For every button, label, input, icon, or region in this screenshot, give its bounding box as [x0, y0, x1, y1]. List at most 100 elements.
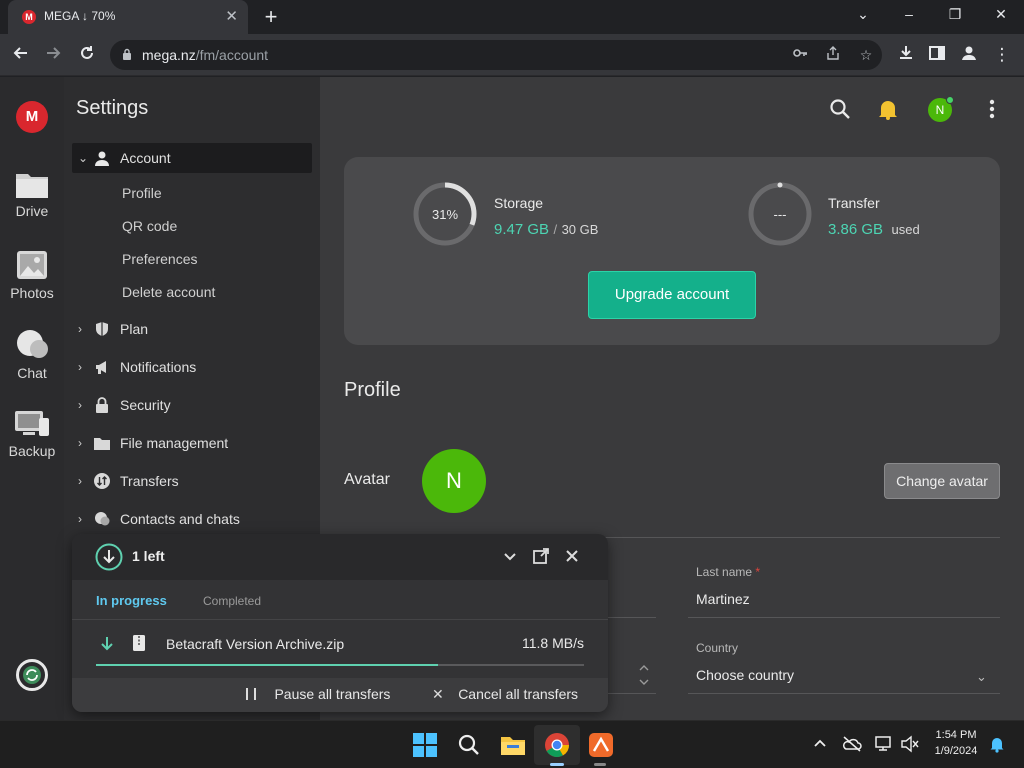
sidebar-item-notifications[interactable]: › Notifications: [72, 352, 312, 382]
tab-title: MEGA ↓ 70%: [44, 9, 116, 23]
country-select[interactable]: Choose country: [696, 667, 794, 683]
chevron-down-icon[interactable]: ⌄: [976, 669, 987, 685]
folder-icon: [16, 174, 48, 198]
rail-item-chat[interactable]: Chat: [0, 329, 64, 381]
last-name-label: Last name *: [696, 565, 761, 579]
zip-file-icon: [133, 635, 145, 651]
tab-search-icon[interactable]: ⌄: [851, 6, 875, 26]
sidebar-subitem-delete-account[interactable]: Delete account: [122, 284, 215, 300]
tab-in-progress[interactable]: In progress: [96, 593, 167, 608]
chrome-menu-icon[interactable]: ⋮: [991, 44, 1013, 66]
bookmark-star-icon[interactable]: ☆: [856, 45, 876, 65]
storage-value: 9.47 GB / 30 GB: [494, 221, 599, 238]
share-icon[interactable]: [823, 45, 843, 65]
chevron-right-icon: ›: [78, 398, 82, 412]
forward-button[interactable]: [42, 44, 64, 66]
tab-completed[interactable]: Completed: [203, 594, 261, 608]
storage-label: Storage: [494, 195, 544, 211]
side-panel-icon[interactable]: [926, 44, 948, 66]
sidebar-item-account[interactable]: ⌄ Account: [72, 143, 312, 173]
onedrive-offline-icon[interactable]: [842, 735, 862, 753]
sidebar-item-file-management[interactable]: › File management: [72, 428, 312, 458]
change-avatar-button[interactable]: Change avatar: [884, 463, 1000, 499]
transfer-row[interactable]: Betacraft Version Archive.zip 11.8 MB/s: [72, 620, 608, 678]
sync-status-icon[interactable]: [16, 659, 48, 691]
address-bar[interactable]: mega.nz/fm/account ☆: [110, 40, 882, 70]
profile-avatar: N: [422, 449, 486, 513]
rail-item-backup[interactable]: Backup: [0, 409, 64, 459]
avatar-label: Avatar: [344, 471, 390, 488]
browser-tab[interactable]: M MEGA ↓ 70% ✕: [8, 0, 248, 34]
transfer-progress-fill: [96, 664, 438, 666]
rail-item-drive[interactable]: Drive: [0, 169, 64, 219]
transfer-label: Transfer: [828, 195, 880, 211]
system-clock[interactable]: 1:54 PM 1/9/2024: [926, 727, 986, 759]
bell-icon[interactable]: [876, 97, 900, 121]
new-tab-button[interactable]: +: [260, 4, 282, 30]
download-icon[interactable]: [895, 44, 917, 66]
sidebar-item-contacts-and-chats[interactable]: › Contacts and chats: [72, 504, 312, 534]
close-window-button[interactable]: ✕: [989, 6, 1013, 26]
megaphone-icon: [96, 361, 106, 374]
restore-button[interactable]: ❐: [943, 6, 967, 26]
close-panel-icon[interactable]: [562, 546, 582, 566]
usage-card: 31% Storage 9.47 GB / 30 GB --- Transfer…: [344, 157, 1000, 345]
mega-favicon-icon: M: [22, 10, 36, 24]
download-circle-icon: [95, 543, 123, 571]
sidebar-title: Settings: [76, 97, 149, 119]
transfer-file-name: Betacraft Version Archive.zip: [166, 636, 345, 652]
chevron-right-icon: ›: [78, 436, 82, 450]
minimize-button[interactable]: –: [897, 6, 921, 26]
mega-logo-icon[interactable]: M: [16, 101, 48, 133]
sidebar-item-plan[interactable]: › Plan: [72, 314, 312, 344]
shield-icon: [96, 322, 108, 336]
expand-window-icon[interactable]: [531, 546, 551, 566]
icon-rail: M Drive Photos Chat Backup: [0, 77, 64, 720]
key-icon[interactable]: [790, 45, 810, 65]
transfer-count: 1 left: [132, 548, 165, 564]
app-icon[interactable]: [587, 731, 615, 759]
sidebar-subitem-profile[interactable]: Profile: [122, 185, 162, 201]
sidebar-subitem-qr-code[interactable]: QR code: [122, 218, 177, 234]
chevron-up-icon[interactable]: [812, 735, 828, 751]
active-app-indicator: [550, 763, 564, 766]
url-text: mega.nz/fm/account: [142, 47, 269, 63]
profile-icon[interactable]: [958, 44, 980, 66]
transfer-speed: 11.8 MB/s: [522, 635, 584, 651]
stepper-arrows-icon[interactable]: [636, 661, 652, 689]
collapse-chevron-icon[interactable]: [500, 546, 520, 566]
online-status-dot: [946, 96, 954, 104]
chrome-icon[interactable]: [543, 731, 571, 759]
file-explorer-icon[interactable]: [499, 731, 527, 759]
back-button[interactable]: [10, 44, 32, 66]
reload-button[interactable]: [76, 44, 98, 66]
chevron-right-icon: ›: [78, 322, 82, 336]
photo-icon: [17, 251, 47, 279]
folder-icon: [94, 438, 110, 450]
search-icon[interactable]: [455, 731, 483, 759]
lock-icon: [96, 397, 108, 413]
notification-bell-icon[interactable]: [988, 735, 1006, 753]
windows-start-icon[interactable]: [411, 731, 439, 759]
search-icon[interactable]: [828, 97, 852, 121]
speaker-muted-icon[interactable]: [900, 735, 920, 753]
cancel-all-transfers-button[interactable]: ✕ Cancel all transfers: [432, 686, 578, 704]
sidebar-subitem-preferences[interactable]: Preferences: [122, 251, 197, 267]
close-tab-icon[interactable]: ✕: [225, 7, 238, 25]
pause-all-transfers-button[interactable]: Pause all transfers: [246, 686, 390, 704]
chevron-right-icon: ›: [78, 474, 82, 488]
last-name-input[interactable]: Martinez: [696, 591, 750, 607]
cancel-x-icon: ✕: [432, 686, 444, 702]
sidebar-item-security[interactable]: › Security: [72, 390, 312, 420]
transfer-ring-text: ---: [773, 207, 787, 222]
country-label: Country: [696, 641, 739, 655]
sidebar-item-transfers[interactable]: › Transfers: [72, 466, 312, 496]
upgrade-account-button[interactable]: Upgrade account: [588, 271, 756, 319]
chevron-down-icon: ⌄: [78, 151, 89, 165]
more-menu-icon[interactable]: [980, 97, 1004, 121]
rail-item-photos[interactable]: Photos: [0, 249, 64, 301]
network-icon[interactable]: [874, 735, 894, 753]
pause-icon: [246, 688, 256, 700]
user-icon: [95, 151, 109, 166]
transfer-value: 3.86 GB used: [828, 221, 920, 238]
